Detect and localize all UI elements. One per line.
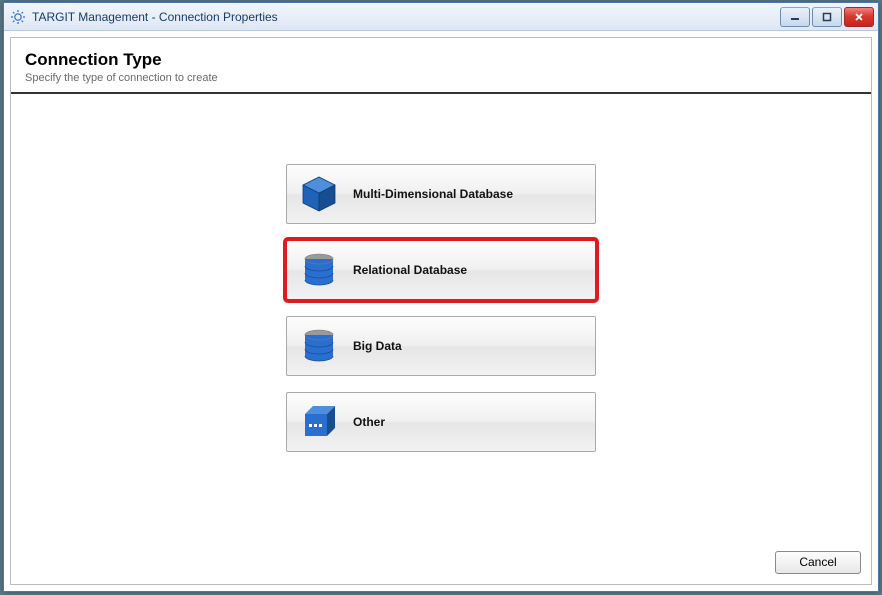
header-block: Connection Type Specify the type of conn… xyxy=(11,38,871,94)
option-bigdata[interactable]: Big Data xyxy=(286,316,596,376)
dialog-footer: Cancel xyxy=(11,543,871,584)
option-label: Other xyxy=(353,415,385,429)
window-controls xyxy=(778,7,874,27)
option-label: Relational Database xyxy=(353,263,467,277)
dialog-window: TARGIT Management - Connection Propertie… xyxy=(3,2,879,592)
cancel-button[interactable]: Cancel xyxy=(775,551,861,574)
maximize-button[interactable] xyxy=(812,7,842,27)
dialog-content: Connection Type Specify the type of conn… xyxy=(10,37,872,585)
connection-type-options: Multi-Dimensional Database Relational Da… xyxy=(11,94,871,543)
database-large-icon xyxy=(299,326,339,366)
minimize-button[interactable] xyxy=(780,7,810,27)
option-other[interactable]: Other xyxy=(286,392,596,452)
database-icon xyxy=(299,250,339,290)
option-relational[interactable]: Relational Database xyxy=(286,240,596,300)
option-label: Big Data xyxy=(353,339,402,353)
option-multidimensional[interactable]: Multi-Dimensional Database xyxy=(286,164,596,224)
page-title: Connection Type xyxy=(25,50,857,70)
cube-icon xyxy=(299,174,339,214)
app-gear-icon xyxy=(10,9,26,25)
window-title: TARGIT Management - Connection Propertie… xyxy=(32,10,778,24)
titlebar: TARGIT Management - Connection Propertie… xyxy=(4,3,878,31)
close-button[interactable] xyxy=(844,7,874,27)
page-subtitle: Specify the type of connection to create xyxy=(25,72,857,84)
option-label: Multi-Dimensional Database xyxy=(353,187,513,201)
box-icon xyxy=(299,402,339,442)
